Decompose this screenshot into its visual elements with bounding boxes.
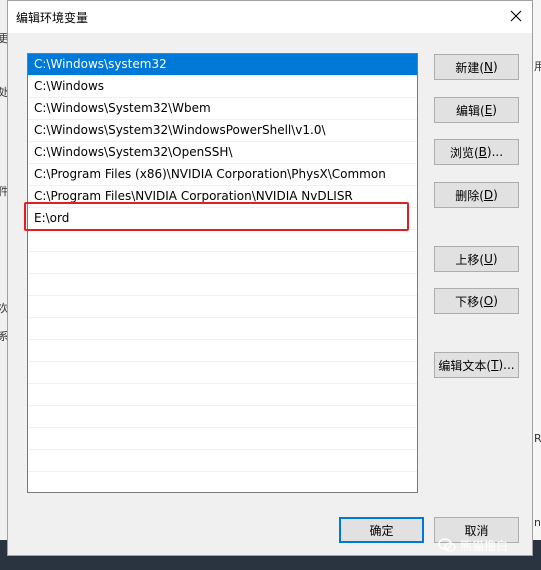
empty-list-row (28, 384, 417, 406)
ok-button[interactable]: 确定 (339, 517, 424, 543)
empty-list-row (28, 318, 417, 340)
empty-list-row (28, 362, 417, 384)
close-button[interactable] (500, 1, 532, 31)
chat-bubble-icon (438, 538, 456, 552)
path-list-item[interactable]: C:\Windows\System32\Wbem (28, 98, 417, 120)
path-list-item[interactable]: E:\ord (28, 208, 417, 230)
empty-list-row (28, 274, 417, 296)
empty-list-row (28, 428, 417, 450)
edit-environment-variable-dialog: 编辑环境变量 C:\Windows\system32 C:\Windows C:\W… (7, 0, 533, 556)
empty-list-row (28, 406, 417, 428)
new-button[interactable]: 新建(N) (434, 54, 519, 80)
edit-button[interactable]: 编辑(E) (434, 97, 519, 123)
empty-list-row (28, 472, 417, 492)
empty-list-row (28, 296, 417, 318)
close-icon (510, 10, 522, 22)
watermark-text: 熊猫撸白 (460, 538, 509, 553)
background-text: 用 (534, 60, 541, 73)
path-list-item[interactable]: C:\Windows\system32 (28, 54, 417, 76)
empty-list-row (28, 230, 417, 252)
empty-list-row (28, 340, 417, 362)
browse-button[interactable]: 浏览(B)... (434, 139, 519, 165)
delete-button[interactable]: 删除(D) (434, 182, 519, 208)
background-text: n (534, 516, 541, 529)
title-bar: 编辑环境变量 (8, 1, 532, 33)
watermark: 熊猫撸白 (438, 536, 508, 554)
path-list-item[interactable]: C:\Program Files (x86)\NVIDIA Corporatio… (28, 164, 417, 186)
background-window-right-edge: 用 R n (532, 0, 541, 570)
move-down-button[interactable]: 下移(O) (434, 288, 519, 314)
background-text: R (534, 432, 541, 445)
path-list-item[interactable]: C:\Windows\System32\OpenSSH\ (28, 142, 417, 164)
edit-text-button[interactable]: 编辑文本(T)... (434, 352, 519, 378)
empty-list-row (28, 252, 417, 274)
path-list-item[interactable]: C:\Windows (28, 76, 417, 98)
move-up-button[interactable]: 上移(U) (434, 246, 519, 272)
empty-list-row (28, 450, 417, 472)
path-list-item[interactable]: C:\Program Files\NVIDIA Corporation\NVID… (28, 186, 417, 208)
path-list-item[interactable]: C:\Windows\System32\WindowsPowerShell\v1… (28, 120, 417, 142)
window-title: 编辑环境变量 (16, 11, 89, 25)
path-list[interactable]: C:\Windows\system32 C:\Windows C:\Windows\… (27, 53, 418, 493)
